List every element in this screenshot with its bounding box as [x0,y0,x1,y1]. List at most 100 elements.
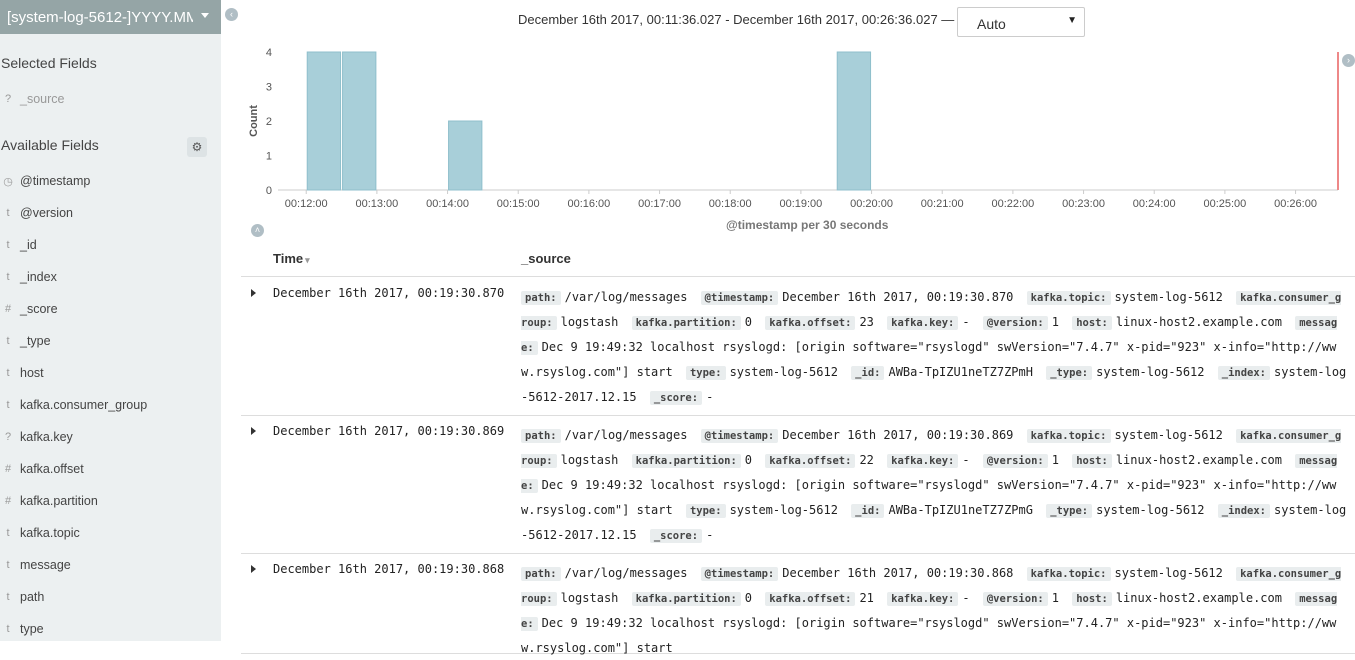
source-field-value: logstash [560,315,619,329]
source-field-value: - [962,591,970,605]
x-tick-label: 00:14:00 [426,198,469,210]
field-item-source[interactable]: ? _source [0,89,221,111]
source-field-value: system-log-5612 [1114,428,1223,442]
row-time: December 16th 2017, 00:19:30.870 [273,286,505,300]
source-field-value: AWBa-TpIZU1neTZ7ZPmH [888,365,1033,379]
source-field-value: system-log-5612 [1114,290,1223,304]
field-type-icon: t [6,239,10,251]
sort-icon[interactable]: ▾ [305,255,310,265]
source-field-value: linux-host2.example.com [1115,315,1282,329]
source-field-value: linux-host2.example.com [1115,591,1282,605]
histogram-svg: 0 1 2 3 4 00:12:00 00:13:00 00:14:00 00:15:00 00:… [248,47,1338,210]
source-field-key: type: [685,504,726,518]
y-tick-label: 1 [266,151,272,163]
source-field-key: kafka.key: [887,316,959,330]
field-type-icon: ◷ [3,176,13,188]
field-name: message [20,558,71,572]
expand-caret-icon[interactable] [251,565,256,573]
field-name: type [20,622,44,636]
field-item-kafka-topic[interactable]: t kafka.topic [0,523,221,545]
field-type-icon: t [6,271,10,283]
source-field-value: /var/log/messages [564,566,688,580]
chevron-right-icon[interactable]: › [1342,54,1355,67]
field-item-id[interactable]: t _id [0,235,221,257]
y-tick-label: 3 [266,82,272,94]
source-field-key: _id: [851,504,885,518]
field-name: @timestamp [20,174,91,188]
source-field-key: @timestamp: [700,291,779,305]
source-field-value: 1 [1051,591,1059,605]
source-field-value: 22 [859,453,874,467]
source-field-key: kafka.topic: [1026,567,1111,581]
source-field-key: host: [1072,454,1112,468]
field-name: @version [20,206,73,220]
source-field-key: _score: [649,391,703,405]
source-field-key: path: [521,291,561,305]
row-source: path:/var/log/messages @timestamp: Decemb… [521,285,1347,410]
field-item-type[interactable]: t type [0,619,221,641]
source-field-key: _index: [1217,504,1271,518]
row-time: December 16th 2017, 00:19:30.868 [273,562,505,576]
source-field-key: host: [1072,592,1112,606]
selected-fields-title: Selected Fields [1,55,97,71]
source-field-key: kafka.key: [887,454,959,468]
chevron-up-icon[interactable]: ˄ [251,224,264,237]
source-field-key: @version: [982,592,1048,606]
histogram-bar[interactable] [836,51,872,191]
source-field-value: /var/log/messages [564,428,688,442]
table-row[interactable]: December 16th 2017, 00:19:30.869 path:/va… [241,415,1355,554]
histogram-bar[interactable] [448,120,483,191]
x-tick-label: 00:18:00 [709,198,752,210]
x-tick-label: 00:21:00 [921,198,964,210]
field-item-kafka-key[interactable]: ? kafka.key [0,427,221,449]
field-name: kafka.offset [20,462,84,476]
source-field-key: kafka.topic: [1026,429,1111,443]
field-item-type[interactable]: t _type [0,331,221,353]
field-item-kafka-offset[interactable]: # kafka.offset [0,459,221,481]
field-item-kafka-partition[interactable]: # kafka.partition [0,491,221,513]
histogram-bar[interactable] [342,51,377,191]
table-row[interactable]: December 16th 2017, 00:19:30.868 path:/va… [241,553,1355,655]
source-field-key: kafka.offset: [765,316,856,330]
row-time: December 16th 2017, 00:19:30.869 [273,424,505,438]
field-item-index[interactable]: t _index [0,267,221,289]
column-header-time[interactable]: Time ▾ [273,251,310,266]
time-range-text: December 16th 2017, 00:11:36.027 - Decem… [518,12,955,27]
expand-caret-icon[interactable] [251,427,256,435]
chevron-left-icon[interactable]: ‹ [225,8,238,21]
source-field-key: _score: [649,529,703,543]
field-item-message[interactable]: t message [0,555,221,577]
source-field-value: system-log-5612 [1114,566,1223,580]
sidebar: [system-log-5612-]YYYY.MM. Selected Fiel… [0,0,221,641]
x-tick-label: 00:23:00 [1062,198,1105,210]
field-name: kafka.consumer_group [20,398,148,412]
source-field-value: - [706,528,714,542]
interval-select[interactable]: Auto ▼ [957,7,1085,37]
source-field-key: kafka.partition: [631,316,741,330]
source-field-key: kafka.offset: [765,454,856,468]
expand-caret-icon[interactable] [251,289,256,297]
field-name: _score [20,302,58,316]
x-tick-label: 00:25:00 [1203,198,1246,210]
field-type-icon: ? [4,93,12,105]
available-fields-title: Available Fields [1,137,99,153]
field-item-kafka-consumer-group[interactable]: t kafka.consumer_group [0,395,221,417]
column-time-label: Time [273,251,304,266]
source-field-value: 0 [744,591,753,605]
index-pattern-select[interactable]: [system-log-5612-]YYYY.MM. [0,0,221,34]
table-row[interactable]: December 16th 2017, 00:19:30.870 path:/va… [241,277,1355,416]
field-item-version[interactable]: t @version [0,203,221,225]
field-type-icon: # [4,495,12,507]
field-type-icon: t [6,399,10,411]
y-tick-label: 0 [266,185,272,197]
field-item-score[interactable]: # _score [0,299,221,321]
field-item-path[interactable]: t path [0,587,221,609]
source-field-key: @timestamp: [700,429,779,443]
histogram-bar[interactable] [306,51,342,191]
field-item-timestamp[interactable]: ◷ @timestamp [0,171,221,193]
source-field-key: _type: [1046,504,1093,518]
gear-icon[interactable]: ⚙ [187,137,207,157]
field-type-icon: t [6,335,10,347]
field-item-host[interactable]: t host [0,363,221,385]
field-type-icon: # [4,303,12,315]
